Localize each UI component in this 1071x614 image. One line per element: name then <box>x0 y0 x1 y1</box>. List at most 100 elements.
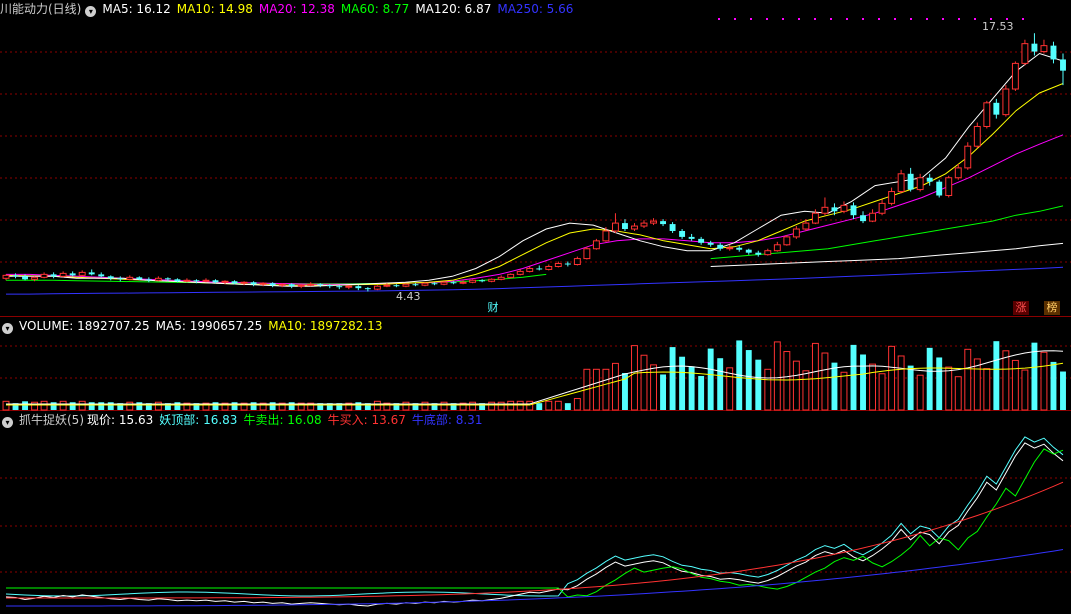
candle-body <box>22 276 28 280</box>
candle-body <box>307 283 315 286</box>
ma20-line <box>6 134 1064 285</box>
volume-bar <box>107 402 114 410</box>
candle-body <box>640 222 648 227</box>
volume-bar <box>402 401 410 411</box>
volume-bar <box>993 341 1000 410</box>
candle-body <box>488 278 496 282</box>
candle-body <box>412 284 419 286</box>
volume-bar <box>831 362 838 410</box>
volume-bar <box>1060 371 1066 410</box>
volume-bar <box>840 371 848 411</box>
zhang-marker[interactable]: 涨 <box>1013 301 1029 315</box>
candle-body <box>183 279 191 282</box>
candle-body <box>469 279 477 283</box>
volume-bar <box>174 402 181 410</box>
volume-bar <box>88 402 95 410</box>
volume-bar <box>50 402 57 410</box>
volume-bar <box>212 402 219 410</box>
volume-bar <box>98 402 105 410</box>
candle-body <box>126 276 134 280</box>
volume-bar <box>526 400 534 411</box>
candle-body <box>278 283 286 286</box>
top-dot-marker <box>1022 18 1024 20</box>
candle-body <box>154 277 162 281</box>
candle-body <box>202 279 210 282</box>
candle-body <box>660 221 667 225</box>
candle-body <box>888 191 896 204</box>
candle-body <box>611 222 619 232</box>
volume-bar <box>440 401 448 411</box>
volume-bar <box>916 374 924 411</box>
niumairu-line <box>6 481 1064 599</box>
top-dot-marker <box>942 18 944 20</box>
volume-bar <box>536 403 543 410</box>
xianjia-line <box>5 442 1064 607</box>
volume-bar <box>355 402 362 410</box>
volume-bar <box>773 341 781 411</box>
candle-body <box>40 273 48 278</box>
candle-body <box>821 206 829 214</box>
top-dot-marker <box>926 18 928 20</box>
candle-body <box>59 272 67 277</box>
bang-marker[interactable]: 榜 <box>1044 301 1060 315</box>
volume-bar <box>755 359 762 410</box>
candle-body <box>497 276 505 280</box>
top-dot-marker <box>974 18 976 20</box>
candle-body <box>698 238 705 243</box>
candle-body <box>964 145 972 169</box>
volume-bar <box>373 400 381 411</box>
candle-body <box>573 258 581 266</box>
candle-body <box>802 222 810 230</box>
volume-bar <box>679 356 686 410</box>
top-dot-marker <box>782 18 784 20</box>
volume-bar <box>660 374 667 410</box>
volume-bar <box>783 351 791 411</box>
volume-bar <box>707 348 714 410</box>
candle-body <box>993 102 1000 115</box>
volume-bar <box>745 350 752 410</box>
candle-body <box>269 283 276 286</box>
candle-body <box>745 249 752 253</box>
volume-bar <box>421 401 429 411</box>
candle-body <box>50 274 57 277</box>
volume-bar <box>631 345 638 411</box>
candle-body <box>631 225 638 230</box>
stock-chart[interactable] <box>0 0 1071 614</box>
candle-body <box>936 181 943 196</box>
volume-bar <box>69 402 76 410</box>
volume-bar <box>497 401 505 411</box>
volume-bar <box>669 347 676 410</box>
candle-body <box>1040 45 1048 53</box>
volume-bar <box>1021 369 1029 411</box>
volume-bar <box>136 402 143 410</box>
top-dot-marker <box>734 18 736 20</box>
candle-body <box>1021 43 1029 64</box>
volume-bar <box>640 354 648 411</box>
yaodingbu-line <box>5 436 1064 597</box>
candle-body <box>983 102 991 127</box>
candle-body <box>507 273 515 278</box>
candle-body <box>583 248 591 260</box>
volume-bar <box>802 370 810 411</box>
candle-body <box>88 272 95 275</box>
volume-bar <box>936 357 943 410</box>
volume-bar <box>545 400 553 411</box>
candle-body <box>602 230 610 242</box>
candle-body <box>764 250 772 256</box>
candle-body <box>31 276 39 280</box>
cai-marker[interactable]: 财 <box>486 301 500 315</box>
volume-bar <box>954 376 962 411</box>
ma60-line <box>710 205 1064 260</box>
candle-body <box>221 280 229 283</box>
volume-bar <box>269 402 276 410</box>
candle-body <box>317 284 324 286</box>
candle-body <box>431 283 438 285</box>
volume-bar <box>592 368 600 411</box>
volume-bar <box>850 344 857 410</box>
volume-bar <box>250 402 257 410</box>
volume-bar <box>31 401 39 411</box>
candle-body <box>878 202 886 214</box>
candle-body <box>973 125 981 147</box>
candle-body <box>259 282 267 285</box>
candle-body <box>679 230 686 237</box>
